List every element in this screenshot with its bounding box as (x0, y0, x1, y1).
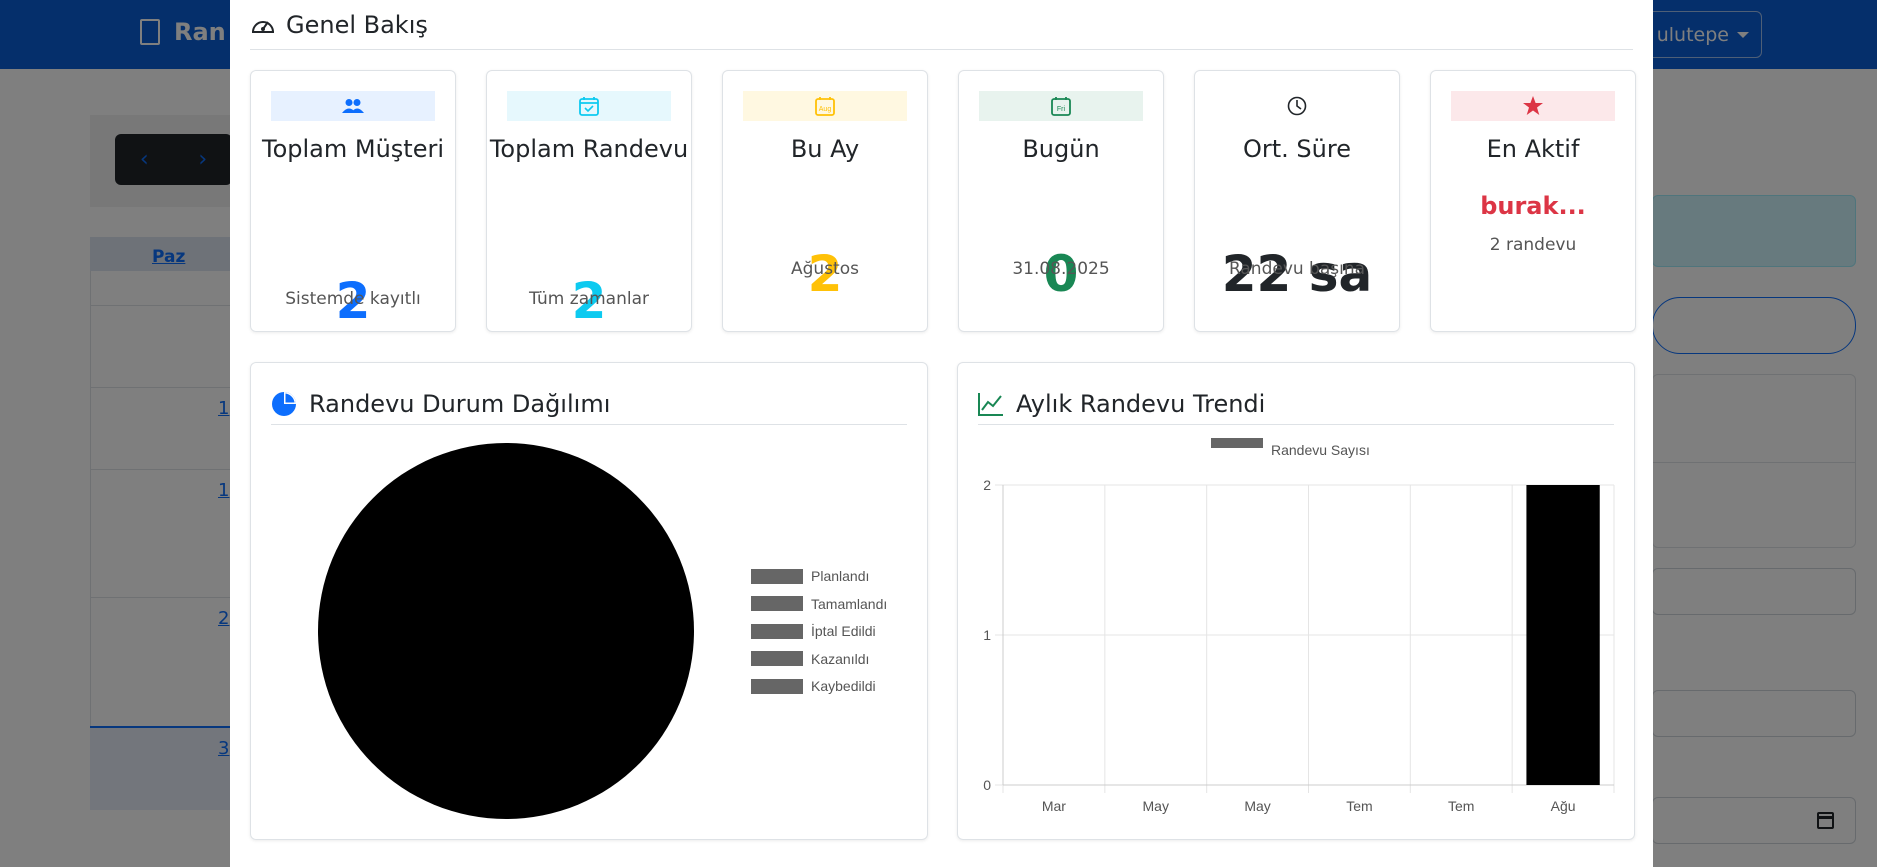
calendar-month-icon: Aug (815, 97, 835, 116)
legend-item[interactable]: Tamamlandı (751, 596, 887, 612)
panel-title: Randevu Durum Dağılımı (309, 389, 611, 418)
stat-icon-band: Fri (979, 91, 1143, 121)
legend-swatch (751, 623, 803, 639)
stat-label: Toplam Müşteri (261, 135, 444, 163)
panel-header: Randevu Durum Dağılımı (271, 383, 907, 425)
y-tick-label: 2 (983, 477, 991, 493)
stat-card-avg-duration: Ort. Süre 22 sa Randevu başına (1194, 70, 1400, 332)
y-tick-label: 1 (983, 627, 991, 643)
svg-text:Aug: Aug (819, 106, 832, 113)
x-tick-label: Tem (1346, 798, 1372, 814)
speedometer-icon (252, 20, 274, 33)
stat-value: burak... (1480, 192, 1586, 220)
pie-slice[interactable] (318, 443, 694, 819)
pie-chart-icon (272, 391, 296, 416)
stat-label: Toplam Randevu (489, 135, 689, 163)
clock-icon (1287, 96, 1307, 116)
star-icon (1523, 96, 1543, 115)
stat-card-today: Fri Bugün 0 31.08.2025 (958, 70, 1164, 332)
legend-item[interactable]: İptal Edildi (751, 623, 876, 639)
overview-modal: Genel Bakış Toplam Müşteri 2 Sistemde ka… (230, 0, 1653, 867)
bar (1526, 485, 1600, 785)
legend-item[interactable]: Kaybedildi (751, 678, 876, 694)
stat-label: Ort. Süre (1243, 135, 1351, 163)
panel-header: Aylık Randevu Trendi (978, 383, 1614, 425)
stat-icon-band (1451, 91, 1615, 121)
stat-icon-band (507, 91, 671, 121)
legend-swatch (751, 596, 803, 611)
legend-label: Randevu Sayısı (1271, 442, 1370, 458)
legend-swatch (1211, 438, 1263, 448)
panel-title: Aylık Randevu Trendi (1016, 389, 1266, 418)
stat-card-this-month: Aug Bu Ay 2 Ağustos (722, 70, 928, 332)
legend-item[interactable]: Kazanıldı (751, 651, 869, 667)
x-tick-label: Ağu (1551, 798, 1576, 814)
stat-icon-band (1215, 91, 1379, 121)
y-tick-label: 0 (983, 777, 991, 793)
legend-label: Kazanıldı (811, 650, 870, 667)
legend-swatch (751, 678, 803, 694)
calendar-check-icon (579, 97, 599, 116)
legend-label: İptal Edildi (811, 623, 876, 639)
stat-label: Bugün (1022, 135, 1100, 163)
x-tick-label: Tem (1448, 798, 1474, 814)
legend-label: Planlandı (811, 568, 870, 584)
line-chart-icon (978, 392, 1003, 416)
legend-label: Tamamlandı (811, 595, 888, 612)
legend-label: Kaybedildi (811, 678, 876, 694)
legend-item[interactable]: Planlandı (751, 568, 869, 584)
stat-subtext: Tüm zamanlar (528, 289, 649, 309)
stat-subtext: Randevu başına (1228, 259, 1366, 279)
x-tick-label: May (1244, 798, 1270, 814)
stat-card-total-appointments: Toplam Randevu 2 Tüm zamanlar (486, 70, 692, 332)
bar-chart: Randevu Sayısı 0 1 2 Mar May May Tem Tem Ağu (983, 438, 1615, 814)
calendar-day-icon: Fri (1051, 97, 1071, 116)
stat-subtext: 2 randevu (1489, 235, 1577, 255)
stat-label: En Aktif (1486, 135, 1580, 163)
x-tick-label: May (1143, 798, 1169, 814)
svg-text:Fri: Fri (1057, 106, 1066, 113)
status-distribution-panel: Randevu Durum Dağılımı Planlandı Tamamlan… (250, 362, 928, 840)
stat-subtext: Ağustos (791, 259, 859, 279)
stat-card-total-customers: Toplam Müşteri 2 Sistemde kayıtlı (250, 70, 456, 332)
stat-icon-band: Aug (743, 91, 907, 121)
monthly-trend-panel: Aylık Randevu Trendi Randevu Sayısı 0 1 2 Ma… (957, 362, 1635, 840)
legend-swatch (751, 568, 803, 584)
users-icon (342, 99, 364, 113)
modal-header: Genel Bakış (250, 0, 1633, 50)
stat-subtext: Sistemde kayıtlı (285, 289, 421, 309)
stat-icon-band (271, 91, 435, 121)
x-tick-label: Mar (1042, 798, 1066, 814)
stat-card-most-active: En Aktif burak... 2 randevu (1430, 70, 1636, 332)
modal-title: Genel Bakış (286, 10, 428, 39)
stat-label: Bu Ay (790, 135, 860, 163)
legend-swatch (751, 651, 803, 666)
stat-subtext: 31.08.2025 (1012, 259, 1110, 279)
